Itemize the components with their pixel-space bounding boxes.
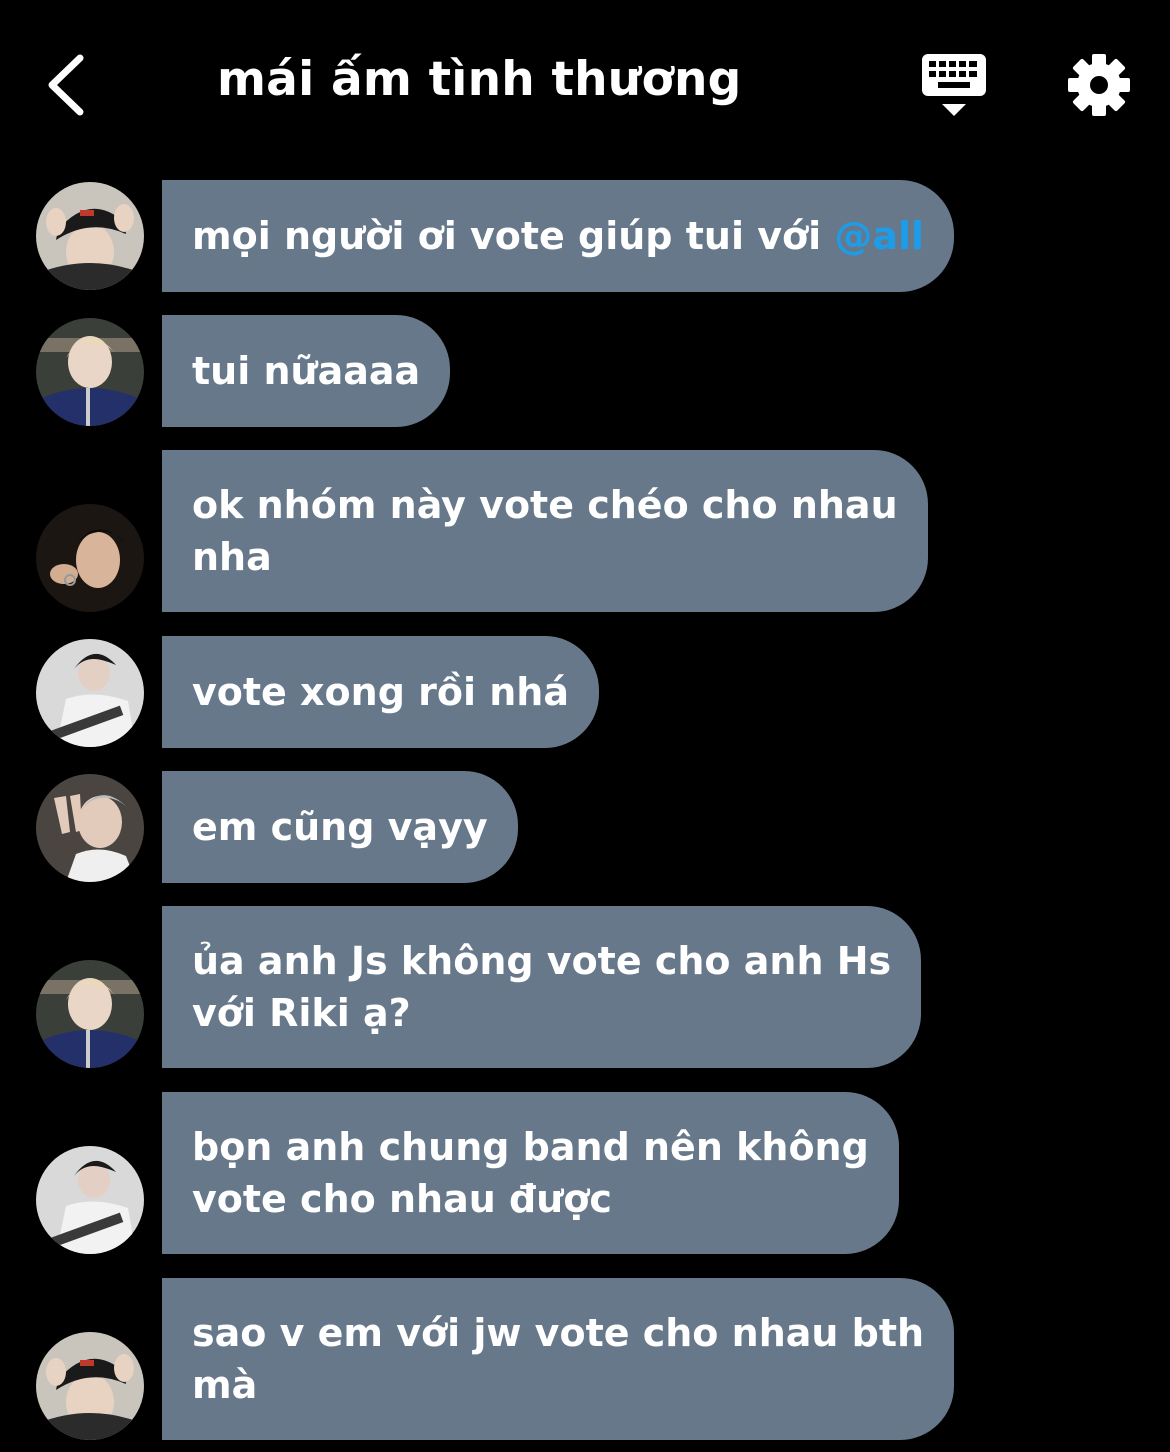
- avatar[interactable]: [36, 182, 144, 290]
- back-button[interactable]: [40, 50, 100, 120]
- chat-title: mái ấm tình thương: [217, 52, 742, 107]
- message-text: ủa anh Js không vote cho anh Hs với Riki…: [192, 939, 892, 1035]
- message-text: vote xong rồi nhá: [192, 670, 569, 714]
- message-row: bọn anh chung band nên không vote cho nh…: [0, 1092, 1170, 1254]
- chat-header: mái ấm tình thương: [0, 0, 1170, 170]
- message-row: tui nữaaaa: [0, 315, 1170, 427]
- message-text: em cũng vạyy: [192, 805, 488, 849]
- message-bubble[interactable]: sao v em với jw vote cho nhau bth mà: [162, 1278, 955, 1440]
- message-row: mọi người ơi vote giúp tui với @all: [0, 180, 1170, 292]
- avatar[interactable]: [36, 318, 144, 426]
- message-row: ủa anh Js không vote cho anh Hs với Riki…: [0, 906, 1170, 1068]
- message-bubble[interactable]: vote xong rồi nhá: [162, 636, 599, 748]
- message-bubble[interactable]: ok nhóm này vote chéo cho nhau nha: [162, 450, 928, 612]
- message-row: sao v em với jw vote cho nhau bth mà: [0, 1278, 1170, 1440]
- message-bubble[interactable]: ủa anh Js không vote cho anh Hs với Riki…: [162, 906, 922, 1068]
- gear-icon: [1068, 54, 1130, 116]
- avatar[interactable]: [36, 774, 144, 882]
- chevron-left-icon: [48, 54, 84, 116]
- message-bubble[interactable]: em cũng vạyy: [162, 771, 518, 883]
- message-text: sao v em với jw vote cho nhau bth mà: [192, 1311, 925, 1407]
- message-text: tui nữaaaa: [192, 349, 421, 393]
- avatar[interactable]: [36, 1146, 144, 1254]
- message-bubble[interactable]: bọn anh chung band nên không vote cho nh…: [162, 1092, 899, 1254]
- message-text: mọi người ơi vote giúp tui với @all: [192, 214, 925, 258]
- avatar[interactable]: [36, 960, 144, 1068]
- avatar[interactable]: [36, 639, 144, 747]
- keyboard-hide-icon: [922, 54, 986, 116]
- avatar[interactable]: [36, 1332, 144, 1440]
- message-bubble[interactable]: mọi người ơi vote giúp tui với @all: [162, 180, 955, 292]
- message-text: bọn anh chung band nên không vote cho nh…: [192, 1125, 869, 1221]
- settings-button[interactable]: [1064, 50, 1134, 120]
- avatar[interactable]: [36, 504, 144, 612]
- keyboard-toggle-button[interactable]: [918, 52, 990, 120]
- mention-all-link[interactable]: @all: [834, 214, 924, 258]
- message-row: vote xong rồi nhá: [0, 636, 1170, 748]
- message-bubble[interactable]: tui nữaaaa: [162, 315, 451, 427]
- message-row: ok nhóm này vote chéo cho nhau nha: [0, 450, 1170, 612]
- message-row: em cũng vạyy: [0, 771, 1170, 883]
- message-text: ok nhóm này vote chéo cho nhau nha: [192, 483, 898, 579]
